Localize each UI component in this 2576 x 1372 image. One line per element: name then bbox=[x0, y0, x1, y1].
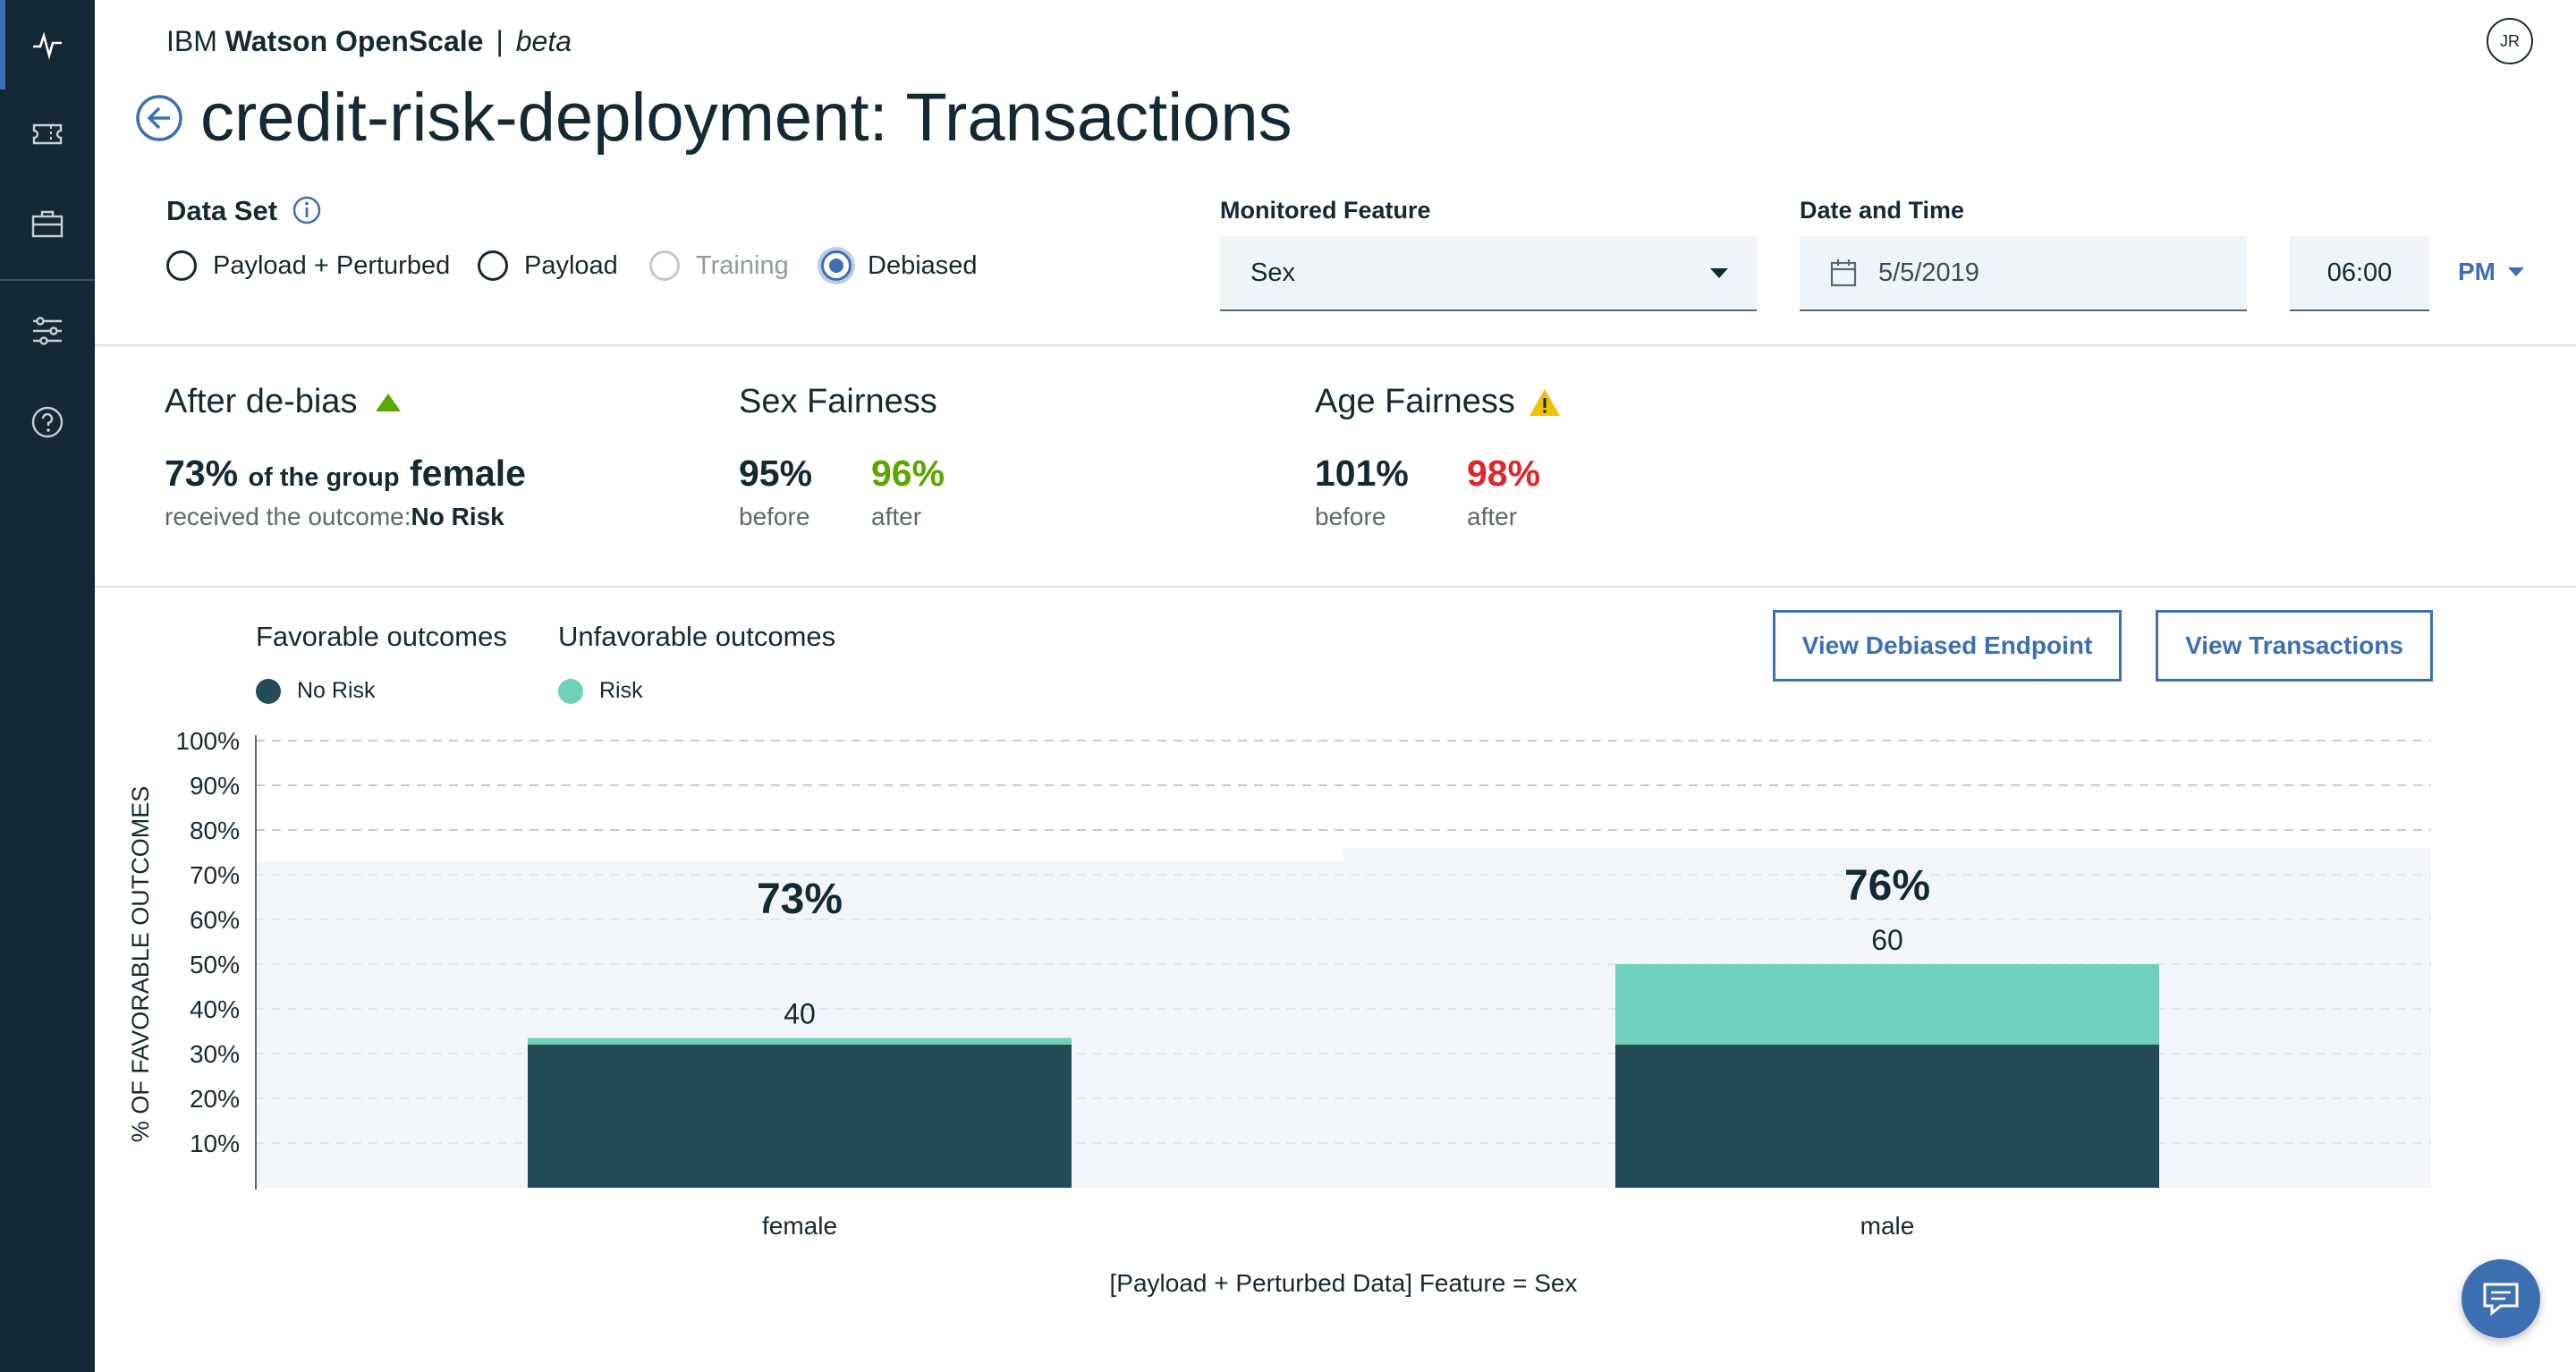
fairness-bar-chart: 10% 20% 30% 40% 50% 60% 70% 80% 90% 100% 40 73% fema… bbox=[127, 727, 2431, 1297]
y-tick-label: 20% bbox=[190, 1085, 240, 1113]
chat-icon[interactable] bbox=[2462, 1259, 2540, 1338]
x-tick-label: female bbox=[762, 1212, 837, 1240]
y-tick-label: 30% bbox=[190, 1040, 240, 1068]
bar-segment-risk bbox=[1615, 964, 2159, 1045]
y-tick-label: 90% bbox=[190, 772, 240, 800]
bar-total-label: 60 bbox=[1871, 924, 1903, 956]
y-tick-label: 70% bbox=[190, 861, 240, 889]
bar-segment-no-risk bbox=[528, 1045, 1072, 1188]
fairness-percent-label: 76% bbox=[1844, 862, 1930, 910]
y-tick-label: 50% bbox=[190, 951, 240, 978]
x-tick-label: male bbox=[1860, 1212, 1915, 1240]
bar-segment-risk bbox=[528, 1037, 1072, 1045]
y-tick-label: 40% bbox=[190, 995, 240, 1023]
bar-total-label: 40 bbox=[784, 998, 816, 1030]
x-axis-title: [Payload + Perturbed Data] Feature = Sex bbox=[1110, 1269, 1578, 1297]
bar-segment-no-risk bbox=[1615, 1045, 2159, 1188]
y-tick-label: 80% bbox=[190, 817, 240, 844]
y-tick-label: 100% bbox=[175, 727, 240, 755]
y-tick-label: 60% bbox=[190, 906, 240, 934]
y-axis-title: % OF FAVORABLE OUTCOMES bbox=[127, 786, 154, 1143]
y-tick-label: 10% bbox=[190, 1130, 240, 1157]
fairness-percent-label: 73% bbox=[757, 876, 843, 923]
